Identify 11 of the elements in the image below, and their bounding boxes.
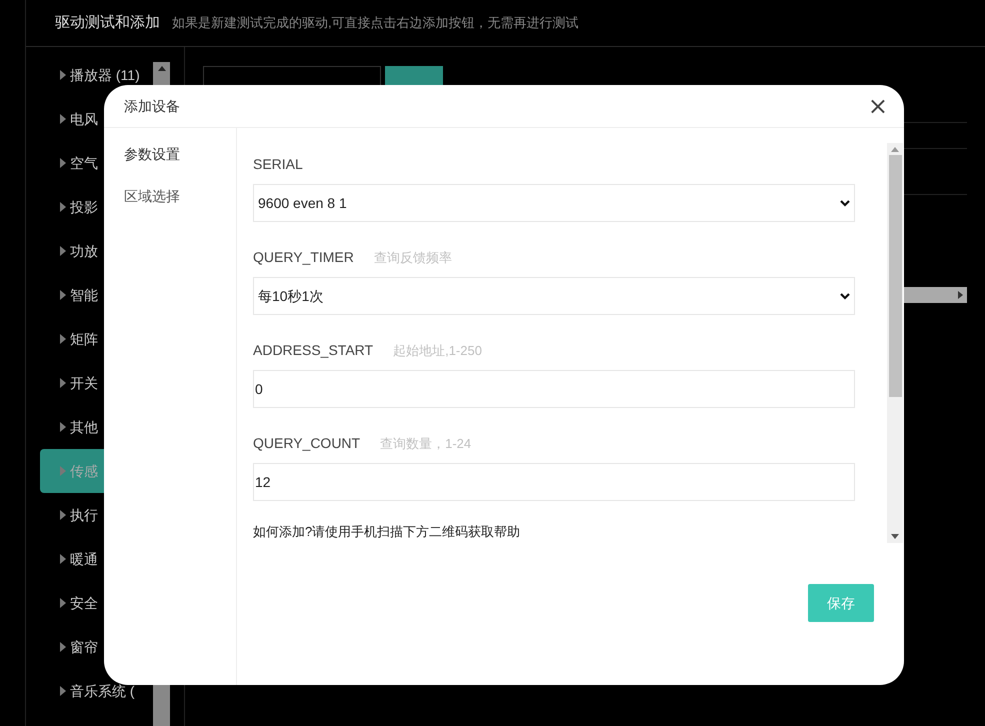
field-label: SERIAL (253, 155, 303, 174)
page-title: 驱动测试和添加 (55, 12, 160, 33)
field-label: ADDRESS_START (253, 341, 374, 360)
field-label: QUERY_TIMER (253, 248, 354, 267)
field-hint: 查询数量，1-24 (380, 435, 472, 453)
dialog-title: 添加设备 (124, 96, 180, 116)
field-hint: 起始地址,1-250 (393, 342, 482, 360)
field-hint: 查询反馈频率 (374, 249, 452, 267)
help-text: 如何添加?请使用手机扫描下方二维码获取帮助 (253, 523, 522, 541)
field-label: QUERY_COUNT (253, 434, 360, 453)
page-subtitle: 如果是新建测试完成的驱动,可直接点击右边添加按钮，无需再进行测试 (172, 14, 579, 32)
